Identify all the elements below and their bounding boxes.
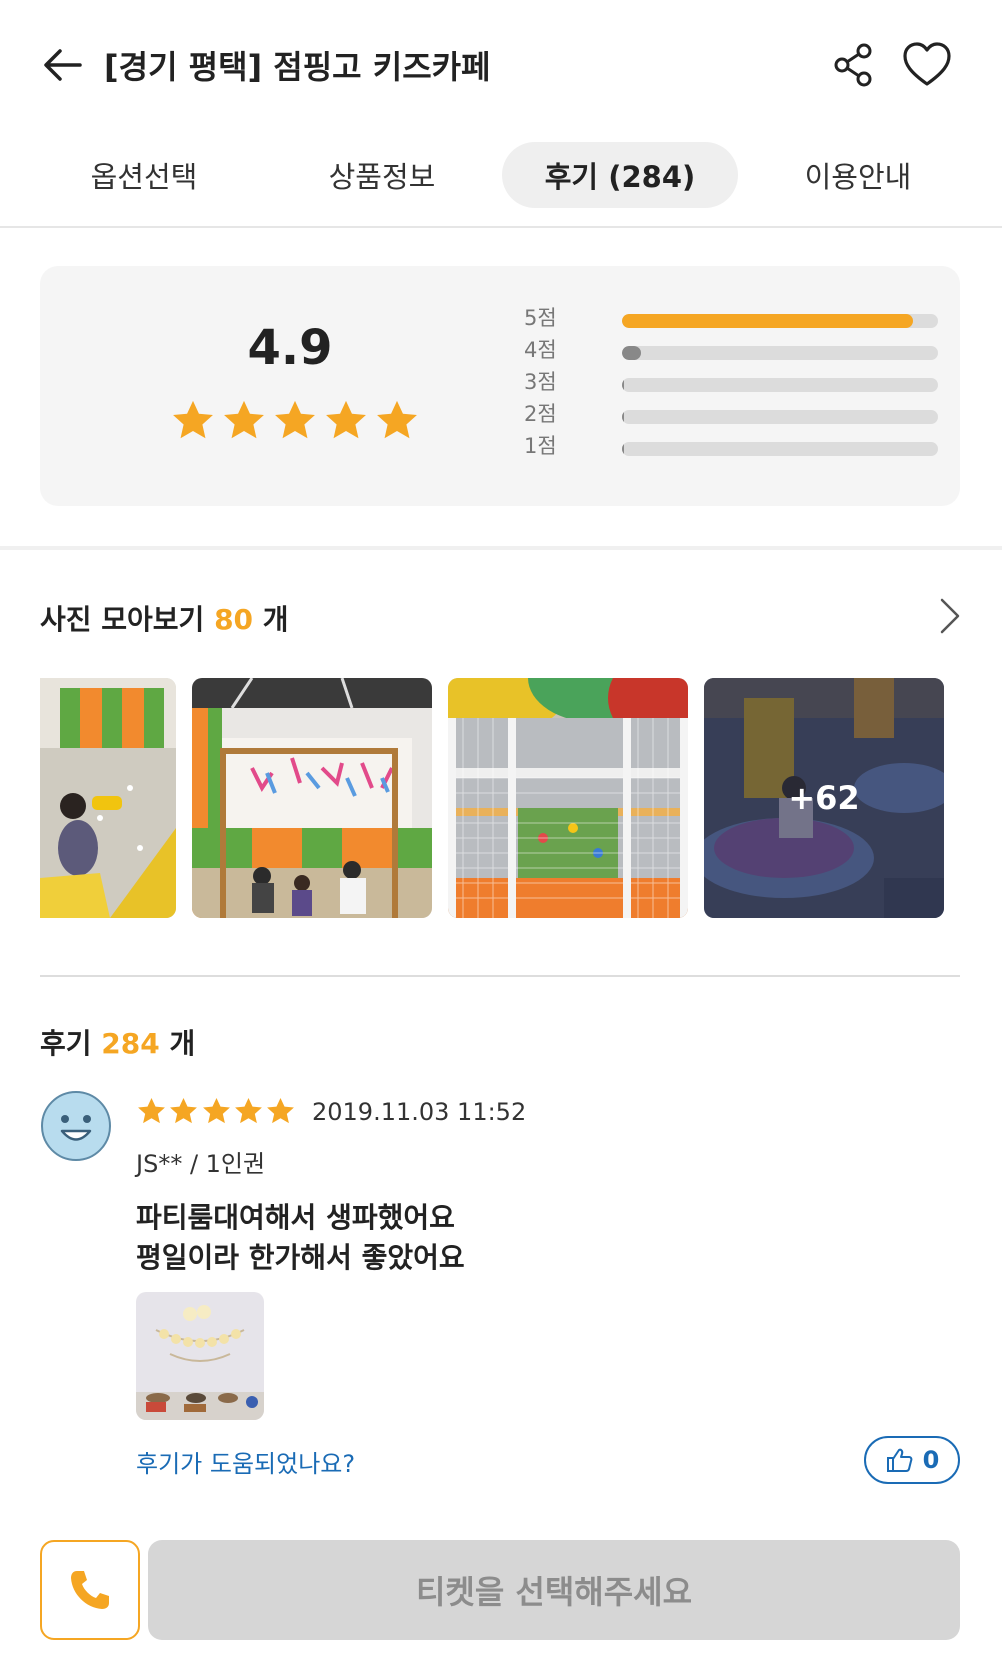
photos-divider <box>40 975 960 977</box>
photo-heading-label: 사진 모아보기 <box>40 603 205 636</box>
tab-product-info[interactable]: 상품정보 <box>264 142 500 208</box>
rating-row-1: 1점 <box>524 430 938 462</box>
page-title: [경기 평택] 점핑고 키즈카페 <box>104 48 491 86</box>
star-icon <box>138 1097 165 1124</box>
review-attached-photo[interactable] <box>136 1292 264 1420</box>
favorite-button[interactable] <box>900 38 954 92</box>
photo-count-unit: 개 <box>262 603 289 636</box>
review-stars <box>136 1096 296 1128</box>
rating-row-5: 5점 <box>524 302 938 334</box>
rating-label: 3점 <box>524 370 557 394</box>
more-photos-thumbnail[interactable]: +62 <box>704 678 944 918</box>
rating-bar-fill <box>622 314 913 328</box>
rating-row-2: 2점 <box>524 398 938 430</box>
rating-distribution: 5점 4점 3점 2점 1점 <box>524 302 938 462</box>
star-icon <box>275 400 315 439</box>
rating-summary: 4.9 5점 4점 3점 2점 1점 <box>40 266 960 506</box>
review-date: 2019.11.03 11:52 <box>312 1098 527 1126</box>
climbing-frame-photo <box>448 678 688 918</box>
call-button[interactable] <box>40 1540 140 1640</box>
tab-bar: 옵션선택 상품정보 후기 (284) 이용안내 <box>0 142 1002 212</box>
rating-bar-fill <box>622 442 624 456</box>
rating-bar-track <box>622 442 938 456</box>
star-icon <box>202 1097 230 1124</box>
reviews-heading-label: 후기 <box>40 1027 92 1060</box>
star-icon <box>173 400 213 439</box>
photo-gallery-heading[interactable]: 사진 모아보기 80 개 <box>40 598 289 638</box>
rating-label: 5점 <box>524 306 557 330</box>
star-icon <box>170 1097 198 1124</box>
rating-row-4: 4점 <box>524 334 938 366</box>
top-bar: [경기 평택] 점핑고 키즈카페 <box>0 0 1002 128</box>
review-photo-thumbnail[interactable] <box>40 678 176 918</box>
rating-bar-track <box>622 410 938 424</box>
rating-bar-fill <box>622 410 624 424</box>
ball-pit-photo <box>40 678 176 918</box>
review-text-line: 파티룸대여해서 생파했어요 <box>136 1201 455 1234</box>
rating-label: 1점 <box>524 434 557 458</box>
rating-bar-fill <box>622 378 624 392</box>
share-icon <box>834 43 872 87</box>
heart-icon <box>903 42 951 86</box>
review-text-line: 평일이라 한가해서 좋았어요 <box>136 1241 465 1274</box>
back-button[interactable] <box>38 40 88 90</box>
review-author: JS** / 1인권 <box>136 1150 266 1178</box>
tabs-divider <box>0 226 1002 228</box>
review-text: 파티룸대여해서 생파했어요 평일이라 한가해서 좋았어요 <box>136 1198 916 1278</box>
tab-reviews[interactable]: 후기 (284) <box>502 142 738 208</box>
mural-wall-photo <box>192 678 432 918</box>
smiley-avatar-icon <box>41 1091 111 1161</box>
average-rating: 4.9 <box>247 320 333 376</box>
section-separator <box>0 546 1002 550</box>
share-button[interactable] <box>830 40 880 90</box>
rating-label: 4점 <box>524 338 557 362</box>
arrow-left-icon <box>44 49 82 81</box>
select-ticket-button[interactable]: 티켓을 선택해주세요 <box>148 1540 960 1640</box>
rating-bar-track <box>622 346 938 360</box>
more-photos-count: +62 <box>704 678 944 918</box>
photo-strip: +62 <box>40 678 970 918</box>
avatar <box>40 1090 112 1162</box>
star-icon <box>224 400 264 439</box>
review-photo-thumbnail[interactable] <box>192 678 432 918</box>
reviews-count: 284 <box>101 1027 160 1060</box>
photo-gallery-more-button[interactable] <box>932 592 968 640</box>
star-icon <box>326 400 366 439</box>
review-photo-thumbnail[interactable] <box>448 678 688 918</box>
helpful-question-link[interactable]: 후기가 도움되었나요? <box>136 1444 355 1479</box>
tab-usage-guide[interactable]: 이용안내 <box>740 142 976 208</box>
star-icon <box>267 1097 294 1124</box>
reviews-heading: 후기 284 개 <box>40 1022 195 1062</box>
like-count: 0 <box>922 1446 940 1474</box>
phone-icon <box>71 1571 109 1609</box>
thumbs-up-icon <box>886 1448 913 1472</box>
average-stars <box>170 398 420 448</box>
like-button[interactable]: 0 <box>864 1436 960 1484</box>
reviews-count-unit: 개 <box>169 1027 196 1060</box>
rating-bar-track <box>622 378 938 392</box>
tab-options[interactable]: 옵션선택 <box>26 142 262 208</box>
star-icon <box>377 400 417 439</box>
rating-label: 2점 <box>524 402 557 426</box>
photo-count: 80 <box>214 603 254 636</box>
party-room-photo <box>136 1292 264 1420</box>
star-icon <box>234 1097 262 1124</box>
chevron-right-icon <box>940 598 960 634</box>
rating-bar-fill <box>622 346 641 360</box>
rating-bar-track <box>622 314 938 328</box>
rating-row-3: 3점 <box>524 366 938 398</box>
